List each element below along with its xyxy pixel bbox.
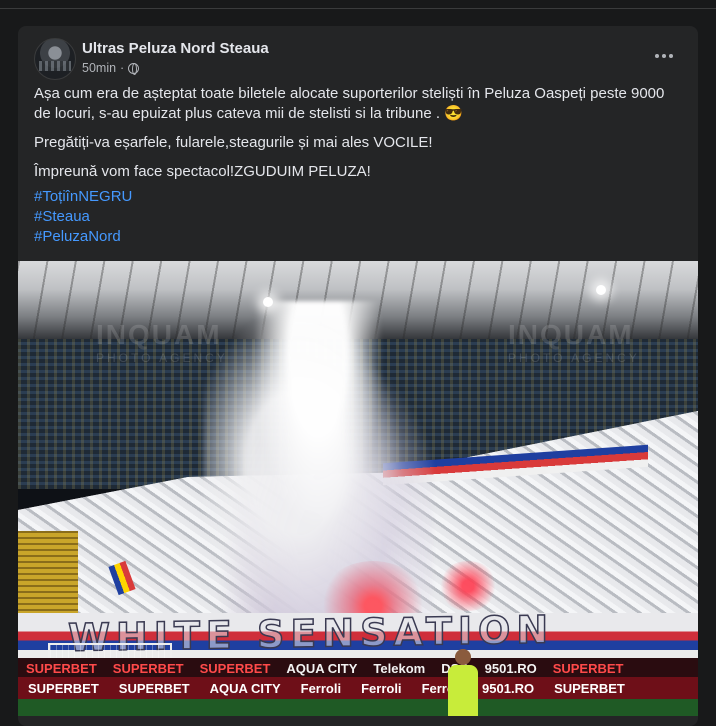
post-time[interactable]: 50min [82, 61, 116, 75]
post-text: Așa cum era de așteptat toate biletele a… [34, 84, 684, 191]
top-divider [0, 8, 716, 9]
watermark-right-text: INQUAM [508, 319, 634, 350]
referee [446, 649, 480, 716]
red-flare [438, 561, 498, 611]
ad-text: SUPERBET [199, 660, 271, 676]
post-paragraph: Pregătiți-va eșarfele, fularele,steaguri… [34, 134, 433, 151]
ad-text: AQUA CITY [209, 680, 281, 696]
avatar[interactable] [34, 38, 76, 80]
ad-text: 9501.RO [484, 660, 537, 676]
ad-text: SUPERBET [552, 660, 624, 676]
watermark-right-sub: PHOTO AGENCY [508, 351, 640, 365]
ad-board-upper: SUPERBET SUPERBET SUPERBET AQUA CITY Tel… [18, 658, 698, 678]
ad-text: SUPERBET [112, 660, 184, 676]
hashtag-link[interactable]: #Steaua [34, 207, 132, 227]
stadium-light [596, 285, 606, 295]
hashtag-link[interactable]: #PeluzaNord [34, 227, 132, 247]
ad-text: Ferroli [361, 680, 402, 696]
more-options-icon[interactable] [648, 44, 680, 68]
ad-text: SUPERBET [28, 680, 99, 696]
post-card: Ultras Peluza Nord Steaua 50min · Așa cu… [18, 26, 698, 726]
post-paragraph: Împreună vom face spectacol!ZGUDUIM PELU… [34, 163, 371, 180]
referee-shirt [448, 665, 478, 716]
ad-text: SUPERBET [26, 660, 97, 676]
ad-text: 9501.RO [482, 680, 535, 696]
yellow-seats [18, 531, 78, 621]
post-author[interactable]: Ultras Peluza Nord Steaua [82, 40, 269, 57]
ad-text: SUPERBET [118, 680, 190, 696]
hashtag-link[interactable]: #ToțiînNEGRU [34, 187, 132, 207]
post-meta: 50min · [82, 61, 140, 75]
ad-text: Telekom [373, 660, 426, 676]
globe-icon[interactable] [128, 62, 140, 75]
ad-text: Ferroli [300, 680, 342, 696]
ad-text: AQUA CITY [286, 660, 358, 676]
ad-board-lower: SUPERBET SUPERBET AQUA CITY Ferroli Ferr… [18, 677, 698, 699]
post-photo[interactable]: INQUAM PHOTO AGENCY INQUAM PHOTO AGENCY … [18, 261, 698, 716]
post-paragraph: Așa cum era de așteptat toate biletele a… [34, 85, 665, 122]
watermark-right: INQUAM PHOTO AGENCY [508, 319, 640, 365]
hashtag-list: #ToțiînNEGRU #Steaua #PeluzaNord [34, 187, 132, 247]
referee-head [455, 649, 471, 665]
meta-separator: · [120, 61, 125, 75]
ad-text: SUPERBET [554, 680, 625, 696]
pitch [18, 699, 698, 716]
